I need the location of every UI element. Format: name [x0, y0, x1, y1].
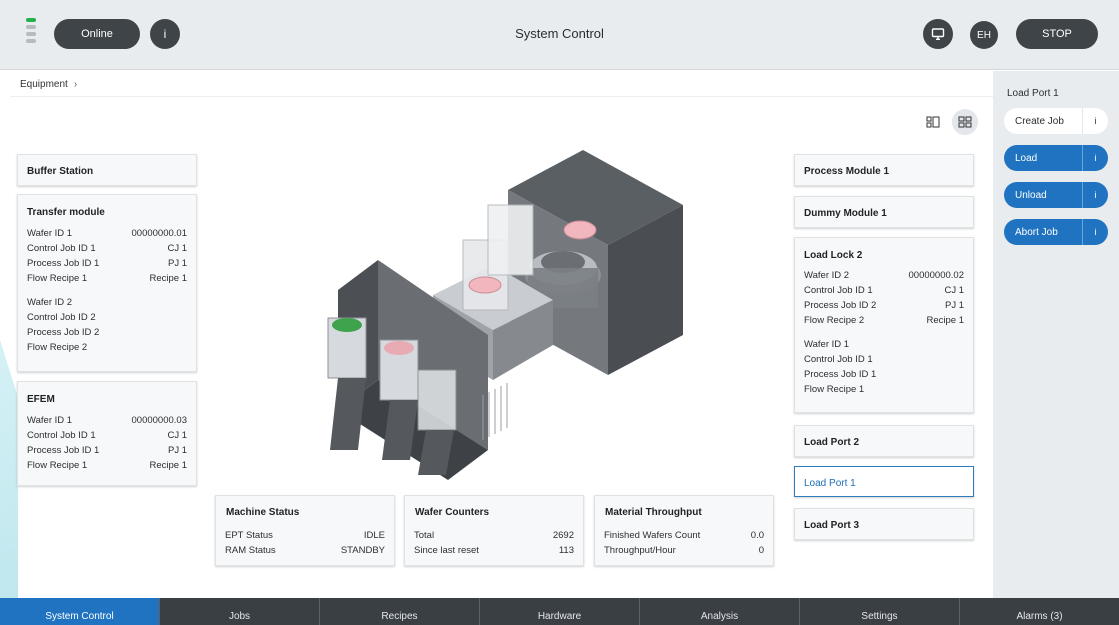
- transfer-module-card[interactable]: Transfer module Wafer ID 1 00000000.01 Co…: [17, 194, 197, 372]
- breadcrumb: Equipment ›: [20, 79, 77, 90]
- tab-settings[interactable]: Settings: [800, 598, 960, 625]
- equipment-3d-view[interactable]: [318, 150, 688, 480]
- card-title: Process Module 1: [804, 166, 890, 177]
- detail-row: Flow Recipe 1 Recipe 1: [27, 273, 187, 284]
- bottom-nav: System Control Jobs Recipes Hardware Ana…: [0, 598, 1119, 625]
- load-button[interactable]: Load i: [1004, 145, 1108, 171]
- detail-row: Control Job ID 1 CJ 1: [804, 285, 964, 296]
- card-title: Wafer Counters: [415, 507, 490, 518]
- monitor-icon[interactable]: [923, 19, 953, 49]
- card-title: Load Lock 2: [804, 250, 863, 261]
- detail-row: Wafer ID 1 00000000.03: [27, 415, 187, 426]
- card-title: Load Port 1: [804, 478, 856, 489]
- info-icon[interactable]: i: [1082, 145, 1108, 171]
- load-port-2-card[interactable]: Load Port 2: [794, 425, 974, 457]
- dummy-module-1-card[interactable]: Dummy Module 1: [794, 196, 974, 228]
- card-title: EFEM: [27, 394, 55, 405]
- card-title: Load Port 2: [804, 437, 860, 448]
- info-icon[interactable]: i: [1082, 182, 1108, 208]
- card-title: Load Port 3: [804, 520, 860, 531]
- tab-system-control[interactable]: System Control: [0, 598, 160, 625]
- detail-row: Process Job ID 1 PJ 1: [27, 258, 187, 269]
- efem-card[interactable]: EFEM Wafer ID 1 00000000.03 Control Job I…: [17, 381, 197, 486]
- load-port-1-card[interactable]: Load Port 1: [794, 466, 974, 497]
- grid-view-icon[interactable]: [952, 109, 978, 135]
- chevron-right-icon: ›: [73, 79, 78, 90]
- detail-row: Control Job ID 1 CJ 1: [27, 430, 187, 441]
- card-title: Machine Status: [226, 507, 300, 518]
- info-icon[interactable]: i: [150, 19, 180, 49]
- detail-row: Finished Wafers Count 0.0: [604, 530, 764, 541]
- process-module-1-card[interactable]: Process Module 1: [794, 154, 974, 186]
- detail-row: Process Job ID 2: [27, 327, 100, 338]
- tab-recipes[interactable]: Recipes: [320, 598, 480, 625]
- abort-job-button[interactable]: Abort Job i: [1004, 219, 1108, 245]
- detail-row: Flow Recipe 2: [27, 342, 88, 353]
- detail-row: Flow Recipe 1 Recipe 1: [27, 460, 187, 471]
- machine-status-card: Machine Status EPT Status IDLE RAM Status…: [215, 495, 395, 566]
- detail-row: Wafer ID 2 00000000.02: [804, 270, 964, 281]
- detail-row: EPT Status IDLE: [225, 530, 385, 541]
- card-title: Dummy Module 1: [804, 208, 887, 219]
- detail-row: Wafer ID 2: [27, 297, 73, 308]
- user-avatar[interactable]: EH: [970, 21, 998, 49]
- detail-row: Control Job ID 2: [27, 312, 96, 323]
- detail-row: Process Job ID 1 PJ 1: [27, 445, 187, 456]
- load-lock-2-card[interactable]: Load Lock 2 Wafer ID 2 00000000.02 Contro…: [794, 237, 974, 413]
- detail-row: Since last reset 113: [414, 545, 574, 556]
- breadcrumb-bar: Equipment ›: [10, 71, 993, 97]
- create-job-button[interactable]: Create Job i: [1004, 108, 1108, 134]
- detail-row: Flow Recipe 1: [804, 384, 865, 395]
- detail-row: Wafer ID 1 00000000.01: [27, 228, 187, 239]
- single-view-icon[interactable]: [920, 109, 946, 135]
- tab-alarms[interactable]: Alarms (3): [960, 598, 1119, 625]
- card-title: Buffer Station: [27, 166, 94, 177]
- top-bar: Online i System Control EH STOP: [0, 0, 1119, 70]
- detail-row: Process Job ID 1: [804, 369, 877, 380]
- card-title: Transfer module: [27, 207, 105, 218]
- info-icon[interactable]: i: [1082, 219, 1108, 245]
- detail-row: Total 2692: [414, 530, 574, 541]
- info-icon[interactable]: i: [1082, 108, 1108, 134]
- stop-button[interactable]: STOP: [1016, 19, 1098, 49]
- breadcrumb-item-equipment[interactable]: Equipment: [20, 79, 68, 90]
- detail-row: Throughput/Hour 0: [604, 545, 764, 556]
- action-panel: Load Port 1 Create Job i Load i Unload i…: [993, 71, 1119, 598]
- online-button[interactable]: Online: [54, 19, 140, 49]
- detail-row: Control Job ID 1: [804, 354, 873, 365]
- buffer-station-card[interactable]: Buffer Station: [17, 154, 197, 186]
- tab-jobs[interactable]: Jobs: [160, 598, 320, 625]
- detail-row: Wafer ID 1: [804, 339, 850, 350]
- tab-hardware[interactable]: Hardware: [480, 598, 640, 625]
- detail-row: Process Job ID 2 PJ 1: [804, 300, 964, 311]
- detail-row: Control Job ID 1 CJ 1: [27, 243, 187, 254]
- detail-row: RAM Status STANDBY: [225, 545, 385, 556]
- unload-button[interactable]: Unload i: [1004, 182, 1108, 208]
- load-port-3-card[interactable]: Load Port 3: [794, 508, 974, 540]
- wafer-counters-card: Wafer Counters Total 2692 Since last rese…: [404, 495, 584, 566]
- card-title: Material Throughput: [605, 507, 702, 518]
- tab-analysis[interactable]: Analysis: [640, 598, 800, 625]
- detail-row: Flow Recipe 2 Recipe 1: [804, 315, 964, 326]
- material-throughput-card: Material Throughput Finished Wafers Coun…: [594, 495, 774, 566]
- panel-title: Load Port 1: [1007, 88, 1059, 99]
- view-toggle-group: [920, 109, 978, 135]
- status-led-icon: [26, 18, 36, 43]
